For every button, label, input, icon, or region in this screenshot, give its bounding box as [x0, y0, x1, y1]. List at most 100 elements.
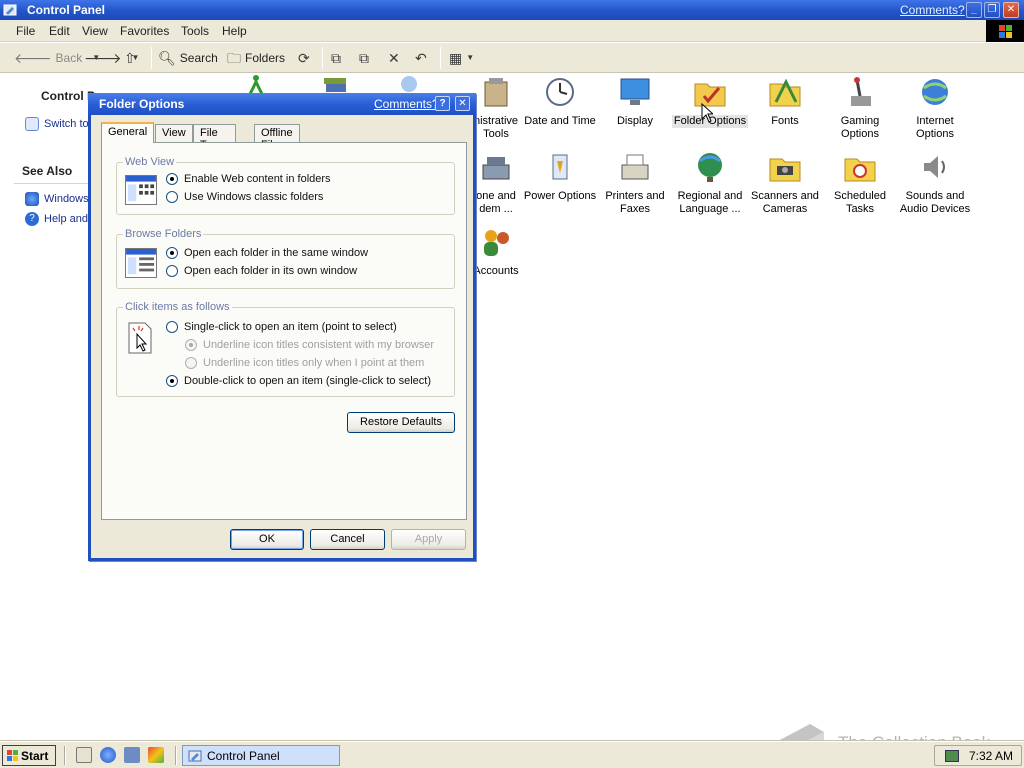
- internet-explorer-icon[interactable]: [100, 747, 116, 763]
- control-panel-item[interactable]: Date and Time: [522, 76, 598, 128]
- control-panel-item[interactable]: Printers and Faxes: [597, 151, 673, 216]
- menu-file[interactable]: File: [16, 24, 35, 38]
- dialog-close-button[interactable]: ✕: [455, 96, 470, 111]
- radio-button[interactable]: [166, 191, 178, 203]
- move-to-button[interactable]: ⧉: [331, 49, 341, 67]
- menu-favorites[interactable]: Favorites: [120, 24, 169, 38]
- same-window-option[interactable]: Open each folder in the same window: [166, 247, 368, 259]
- control-panel-item-label: Gaming Options: [840, 115, 880, 140]
- control-panel-item[interactable]: Internet Options: [897, 76, 973, 141]
- sync-icon: ⟳: [298, 50, 310, 66]
- copy-to-button[interactable]: ⧉: [359, 49, 369, 67]
- radio-button: [185, 357, 197, 369]
- date-time-icon: [546, 78, 574, 106]
- tab-offline-files[interactable]: Offline Files: [254, 124, 300, 151]
- menu-help[interactable]: Help: [222, 24, 247, 38]
- switch-view-link[interactable]: Switch to: [25, 117, 89, 131]
- enable-web-content-option[interactable]: Enable Web content in folders: [166, 173, 331, 185]
- double-click-option[interactable]: Double-click to open an item (single-cli…: [166, 375, 431, 387]
- printers-faxes-icon: [621, 154, 649, 180]
- clock[interactable]: 7:32 AM: [969, 749, 1013, 763]
- views-button[interactable]: ▦ ▼: [449, 49, 474, 67]
- radio-button[interactable]: [166, 321, 178, 333]
- menu-tools[interactable]: Tools: [181, 24, 209, 38]
- toolbar-separator: [151, 47, 152, 69]
- underline-browser-option: Underline icon titles consistent with my…: [185, 339, 434, 351]
- single-click-option[interactable]: Single-click to open an item (point to s…: [166, 321, 397, 333]
- messenger-icon[interactable]: [148, 747, 164, 763]
- comments-link[interactable]: Comments?: [900, 3, 965, 17]
- toolbar-separator: [322, 47, 323, 69]
- control-panel-item[interactable]: Gaming Options: [822, 76, 898, 141]
- control-panel-item[interactable]: Fonts: [747, 76, 823, 128]
- tab-general[interactable]: General: [101, 122, 155, 143]
- ok-button[interactable]: OK: [230, 529, 304, 550]
- radio-button[interactable]: [166, 247, 178, 259]
- up-folder-button[interactable]: ⇧: [124, 49, 136, 67]
- control-panel-item[interactable]: Sounds and Audio Devices: [897, 151, 973, 216]
- dropdown-arrow-icon: ▼: [466, 53, 475, 62]
- windows-update-icon: [25, 192, 39, 206]
- sync-button[interactable]: ⟳: [298, 49, 310, 67]
- dialog-titlebar: Folder Options Comments? ? ✕: [88, 93, 476, 115]
- menu-view[interactable]: View: [82, 24, 108, 38]
- control-panel-item-label: Internet Options: [916, 115, 954, 140]
- control-panel-item[interactable]: Regional and Language ...: [672, 151, 748, 216]
- control-panel-item[interactable]: Display: [597, 76, 673, 128]
- windows-update-link[interactable]: Windows: [25, 192, 89, 206]
- help-button[interactable]: ?: [435, 96, 450, 111]
- restore-button[interactable]: ❐: [984, 2, 1000, 18]
- back-label: Back: [55, 51, 83, 65]
- control-panel-item-label: Power Options: [523, 190, 597, 202]
- tab-view[interactable]: View: [155, 124, 193, 142]
- delete-icon: ✕: [388, 50, 400, 66]
- mouse-cursor-icon: [701, 103, 713, 123]
- radio-button[interactable]: [166, 375, 178, 387]
- network-icon[interactable]: [944, 749, 959, 762]
- control-panel-item-label: Printers and Faxes: [605, 190, 665, 215]
- radio-button[interactable]: [166, 265, 178, 277]
- classic-folders-option[interactable]: Use Windows classic folders: [166, 191, 323, 203]
- folders-icon: 🗀: [227, 50, 241, 66]
- radio-button[interactable]: [166, 173, 178, 185]
- start-button[interactable]: Start: [2, 745, 56, 766]
- switch-view-icon: [25, 117, 39, 131]
- control-panel-item[interactable]: Power Options: [522, 151, 598, 203]
- apply-button[interactable]: Apply: [391, 529, 466, 550]
- search-button[interactable]: 🔍︎ Search: [158, 49, 218, 67]
- media-player-icon[interactable]: [124, 747, 140, 763]
- control-panel-item-label: Scanners and Cameras: [751, 190, 819, 215]
- browse-folders-title: Browse Folders: [123, 228, 204, 240]
- close-button[interactable]: ✕: [1003, 2, 1019, 18]
- control-panel-heading: Control P: [41, 89, 95, 103]
- control-panel-item-label: Regional and Language ...: [677, 190, 743, 215]
- add-hardware-icon[interactable]: [394, 74, 424, 94]
- accessibility-icon[interactable]: [244, 74, 268, 95]
- scheduled-tasks-icon: [844, 158, 876, 182]
- window-titlebar: Control Panel Comments? _ ❐ ✕: [0, 0, 1024, 20]
- folders-button[interactable]: 🗀 Folders: [227, 49, 285, 67]
- click-items-title: Click items as follows: [123, 301, 232, 313]
- same-window-label: Open each folder in the same window: [184, 247, 369, 259]
- minimize-button[interactable]: _: [966, 2, 982, 18]
- scanners-cameras-icon: [769, 158, 801, 182]
- dialog-comments-link[interactable]: Comments?: [374, 97, 439, 111]
- radio-button: [185, 339, 197, 351]
- help-support-link[interactable]: ? Help and: [25, 212, 88, 226]
- control-panel-item[interactable]: Scheduled Tasks: [822, 151, 898, 216]
- restore-defaults-button[interactable]: Restore Defaults: [347, 412, 455, 433]
- add-remove-programs-icon[interactable]: [320, 74, 350, 94]
- delete-button[interactable]: ✕: [388, 49, 400, 67]
- own-window-option[interactable]: Open each folder in its own window: [166, 265, 357, 277]
- undo-button[interactable]: ↶: [415, 49, 427, 67]
- control-panel-item[interactable]: Scanners and Cameras: [747, 151, 823, 216]
- display-icon: [620, 78, 650, 105]
- cancel-button[interactable]: Cancel: [310, 529, 385, 550]
- menu-edit[interactable]: Edit: [49, 24, 70, 38]
- move-to-icon: ⧉: [331, 50, 341, 66]
- taskbar-button-control-panel[interactable]: Control Panel: [182, 745, 340, 766]
- pointer-click-icon: [128, 322, 152, 354]
- show-desktop-icon[interactable]: [76, 747, 92, 763]
- back-arrow-icon: 🡐: [14, 50, 52, 66]
- tab-file-types[interactable]: File Types: [193, 124, 237, 151]
